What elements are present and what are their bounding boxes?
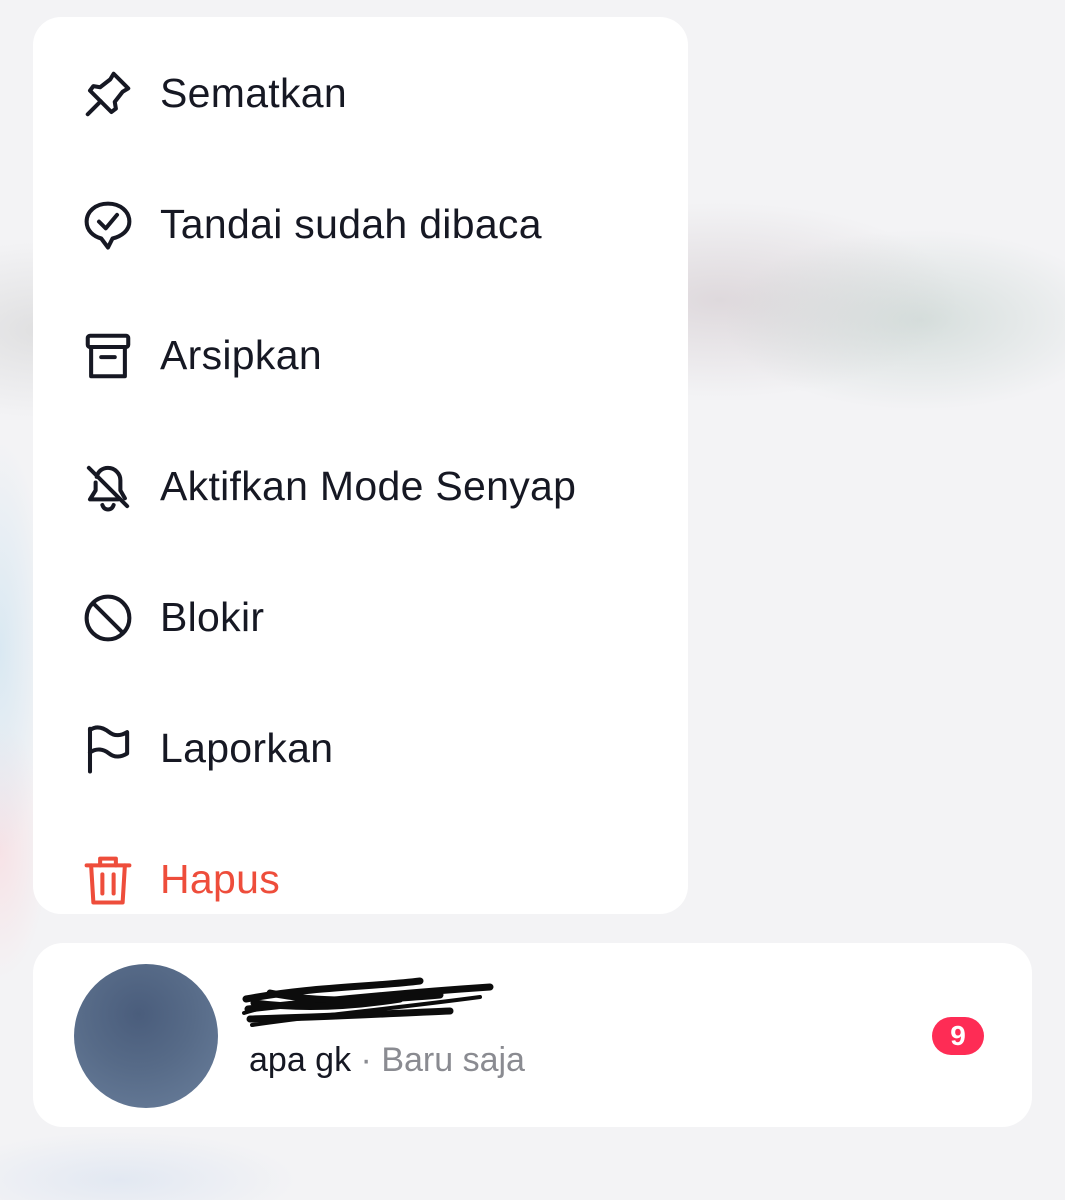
menu-item-report[interactable]: Laporkan <box>33 683 688 814</box>
archive-icon <box>81 329 135 383</box>
chat-list-item[interactable]: apa gk · Baru saja 9 <box>33 943 1032 1127</box>
mark-read-icon <box>81 198 135 252</box>
avatar[interactable] <box>74 964 218 1108</box>
unread-badge: 9 <box>932 1017 984 1055</box>
menu-item-mute[interactable]: Aktifkan Mode Senyap <box>33 421 688 552</box>
chat-preview: apa gk · Baru saja <box>249 1041 525 1080</box>
last-message: apa gk <box>249 1041 352 1079</box>
context-menu: Sematkan Tandai sudah dibaca Arsipkan Ak… <box>33 17 688 914</box>
trash-icon <box>81 853 135 907</box>
mute-bell-icon <box>81 460 135 514</box>
redacted-username <box>242 977 494 1027</box>
menu-item-label: Aktifkan Mode Senyap <box>160 463 577 509</box>
menu-item-label: Arsipkan <box>160 332 322 378</box>
pin-icon <box>81 67 135 121</box>
menu-item-label: Sematkan <box>160 70 347 116</box>
menu-item-archive[interactable]: Arsipkan <box>33 290 688 421</box>
menu-item-label: Hapus <box>160 856 281 902</box>
menu-item-pin[interactable]: Sematkan <box>33 28 688 159</box>
separator-dot: · <box>360 1041 372 1079</box>
menu-item-label: Tandai sudah dibaca <box>160 201 542 247</box>
message-time: Baru saja <box>381 1041 525 1079</box>
block-icon <box>81 591 135 645</box>
menu-item-label: Laporkan <box>160 725 334 771</box>
flag-icon <box>81 722 135 776</box>
menu-item-label: Blokir <box>160 594 265 640</box>
menu-item-delete[interactable]: Hapus <box>33 814 688 914</box>
menu-item-mark-read[interactable]: Tandai sudah dibaca <box>33 159 688 290</box>
menu-item-block[interactable]: Blokir <box>33 552 688 683</box>
